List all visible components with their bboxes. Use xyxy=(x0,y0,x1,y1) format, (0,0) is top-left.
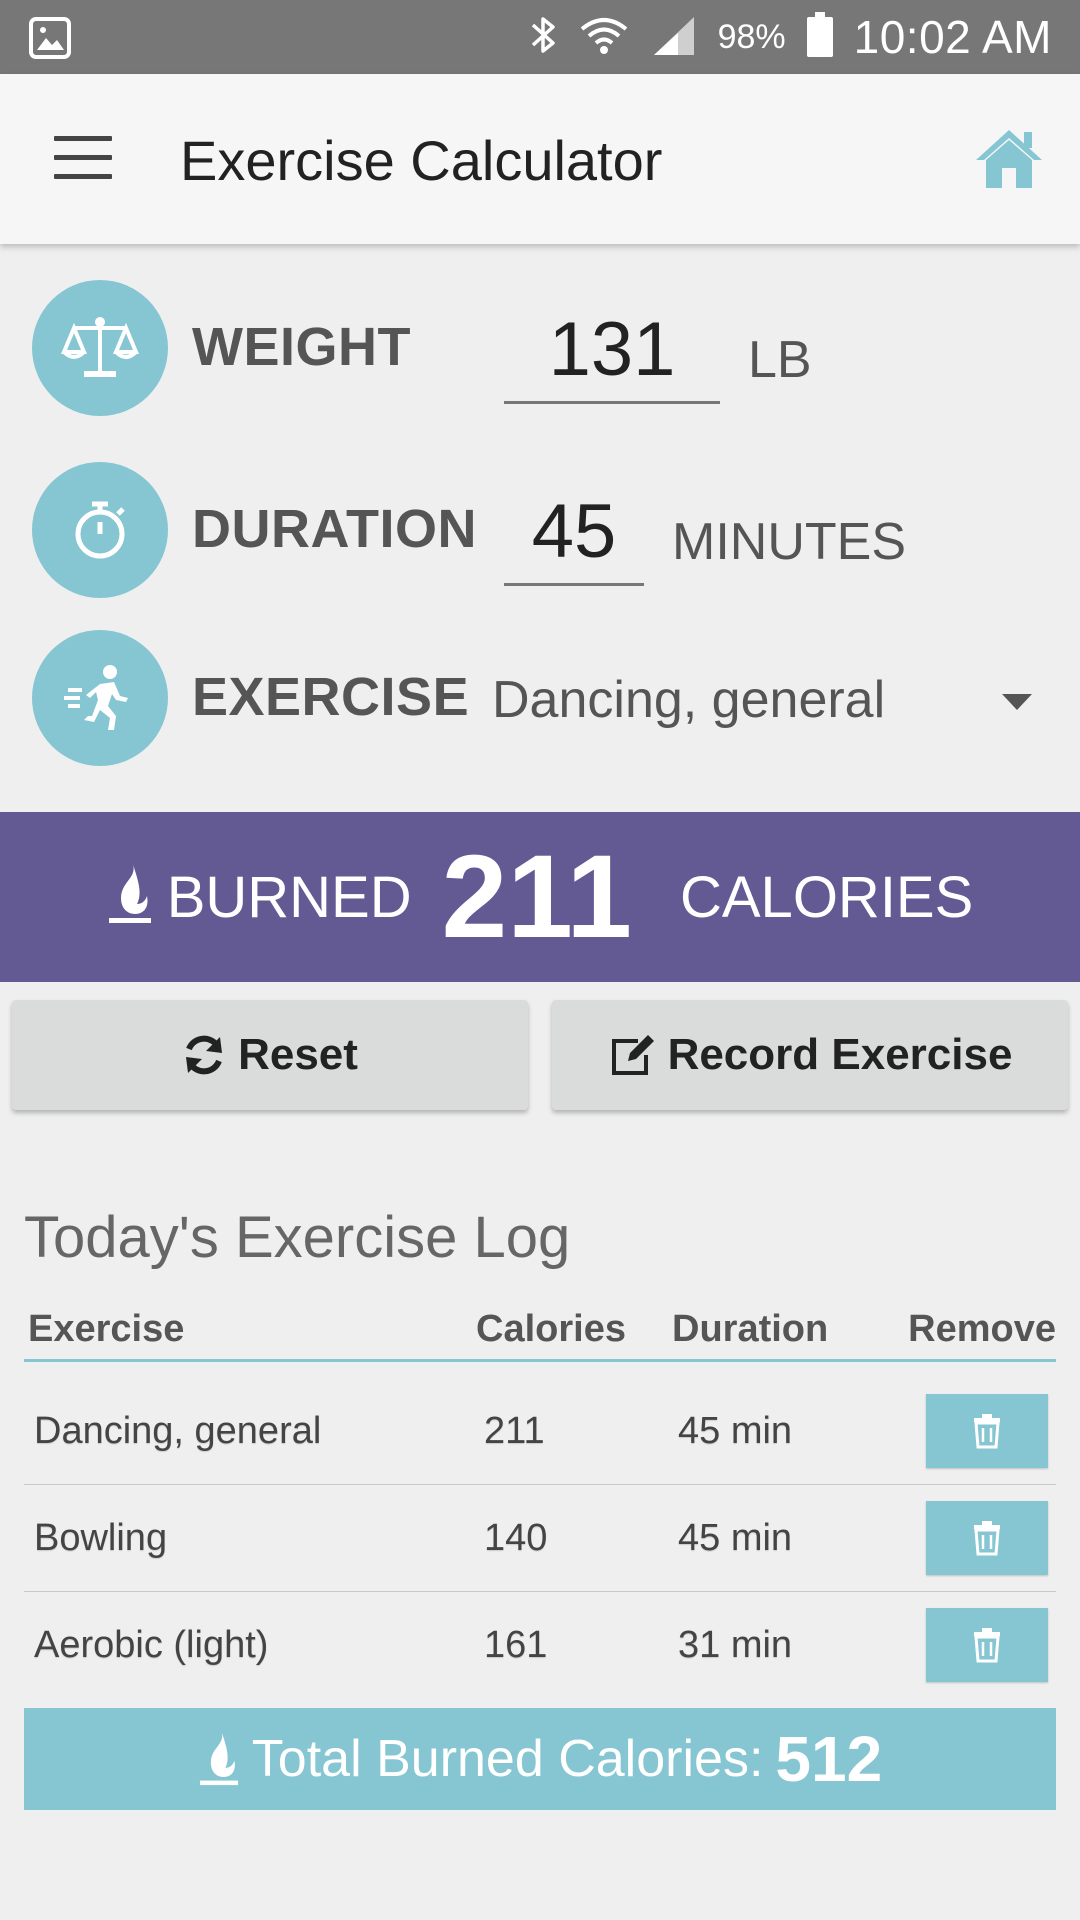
row-calories: 140 xyxy=(484,1517,548,1559)
remove-button[interactable] xyxy=(926,1501,1048,1575)
weight-row: WEIGHT 131 LB xyxy=(0,280,1080,416)
remove-button[interactable] xyxy=(926,1394,1048,1468)
total-value: 512 xyxy=(775,1723,883,1795)
menu-icon[interactable] xyxy=(54,136,112,182)
weight-unit: LB xyxy=(748,331,812,389)
scale-icon xyxy=(32,280,168,416)
row-exercise: Bowling xyxy=(34,1517,168,1559)
trash-icon xyxy=(974,1628,1000,1663)
status-bar: 98% 10:02 AM xyxy=(0,0,1080,74)
status-indicators: 98% 10:02 AM xyxy=(528,0,1052,74)
edit-icon xyxy=(611,1035,654,1075)
page-title: Exercise Calculator xyxy=(180,129,663,192)
weight-label: WEIGHT xyxy=(192,317,411,377)
status-time: 10:02 AM xyxy=(853,11,1052,63)
reset-button[interactable]: Reset xyxy=(12,1000,528,1110)
trash-icon xyxy=(974,1521,1000,1556)
duration-unit: MINUTES xyxy=(672,513,906,571)
exercise-row[interactable]: EXERCISE Dancing, general xyxy=(0,630,1080,766)
flame-icon xyxy=(198,1728,240,1791)
exercise-select[interactable]: Dancing, general xyxy=(492,670,885,730)
cell-signal-icon xyxy=(650,13,698,62)
duration-row: DURATION 45 MINUTES xyxy=(0,462,1080,598)
stopwatch-icon xyxy=(32,462,168,598)
table-row: Dancing, general 211 45 min xyxy=(24,1378,1056,1485)
exercise-label: EXERCISE xyxy=(192,667,470,727)
row-duration: 45 min xyxy=(678,1410,793,1452)
log-table-header: Exercise Calories Duration Remove xyxy=(24,1302,1056,1362)
weight-input[interactable]: 131 xyxy=(504,300,720,404)
burned-unit: CALORIES xyxy=(679,864,974,930)
app-bar: Exercise Calculator xyxy=(0,74,1080,244)
dropdown-arrow-icon[interactable] xyxy=(1002,694,1032,710)
log-title: Today's Exercise Log xyxy=(24,1205,571,1270)
row-calories: 161 xyxy=(484,1624,548,1666)
running-icon xyxy=(32,630,168,766)
header-exercise: Exercise xyxy=(28,1308,185,1350)
table-row: Bowling 140 45 min xyxy=(24,1485,1056,1592)
row-calories: 211 xyxy=(484,1410,545,1452)
total-label: Total Burned Calories: xyxy=(251,1730,764,1788)
record-exercise-button[interactable]: Record Exercise xyxy=(552,1000,1068,1110)
header-duration: Duration xyxy=(672,1308,829,1350)
table-row: Aerobic (light) 161 31 min xyxy=(24,1592,1056,1699)
header-calories: Calories xyxy=(476,1308,626,1350)
wifi-icon xyxy=(578,13,630,62)
refresh-icon xyxy=(186,1035,223,1075)
bluetooth-icon xyxy=(528,13,558,62)
record-label: Record Exercise xyxy=(667,1030,1013,1079)
total-calories-bar: Total Burned Calories: 512 xyxy=(24,1708,1056,1810)
burned-prefix: BURNED xyxy=(166,864,412,930)
header-remove: Remove xyxy=(908,1308,1056,1350)
trash-icon xyxy=(974,1414,1000,1449)
row-exercise: Dancing, general xyxy=(34,1410,322,1452)
row-duration: 31 min xyxy=(678,1624,793,1666)
burned-calories-banner: BURNED 211 CALORIES xyxy=(0,812,1080,982)
remove-button[interactable] xyxy=(926,1608,1048,1682)
reset-label: Reset xyxy=(238,1030,358,1079)
home-icon[interactable] xyxy=(974,126,1044,190)
row-exercise: Aerobic (light) xyxy=(34,1624,269,1666)
duration-label: DURATION xyxy=(192,499,477,559)
burned-value: 211 xyxy=(441,831,632,963)
row-duration: 45 min xyxy=(678,1517,793,1559)
duration-input[interactable]: 45 xyxy=(504,482,644,586)
battery-percent: 98% xyxy=(717,17,786,56)
battery-icon xyxy=(806,11,834,63)
flame-icon xyxy=(107,860,153,929)
gallery-notification-icon xyxy=(28,16,72,60)
